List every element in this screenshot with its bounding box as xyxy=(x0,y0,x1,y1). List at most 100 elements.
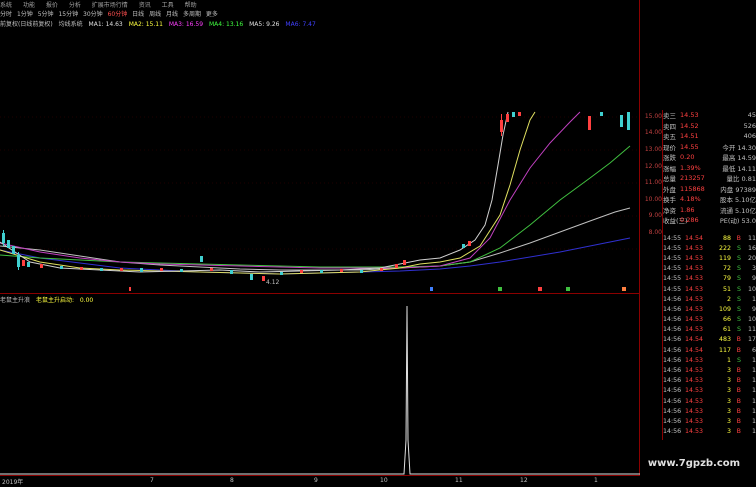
tick-s: B xyxy=(736,234,741,242)
tick-q: 3 xyxy=(726,407,731,415)
tick-s: S xyxy=(737,356,741,364)
tab-period[interactable]: 15分钟 xyxy=(58,11,78,18)
menu-item[interactable]: 报价 xyxy=(46,2,58,9)
menu-item[interactable]: 扩展市场行情 xyxy=(92,2,128,9)
date-label: 11 xyxy=(455,477,463,484)
quote-extra: 最低 14.11 xyxy=(722,164,756,173)
tick-p: 14.53 xyxy=(685,397,704,405)
tab-period[interactable]: 周线 xyxy=(149,11,161,18)
quote-label: 外盘 xyxy=(663,185,676,194)
tab-period[interactable]: 1分钟 xyxy=(17,11,33,18)
tick-q: 222 xyxy=(718,244,731,252)
tab-period[interactable]: 5分钟 xyxy=(38,11,54,18)
menu-item[interactable]: 系统 xyxy=(0,2,12,9)
axis-price: 13.00 xyxy=(644,146,662,153)
tick-row: 14:56 14.53 3 B 1 xyxy=(663,376,756,386)
tick-s: B xyxy=(736,377,741,385)
quote-extra: 股本 5.10亿 xyxy=(719,196,756,205)
tab-period[interactable]: 30分钟 xyxy=(83,11,103,18)
quote-label: 涨幅 xyxy=(663,164,676,173)
tick-t: 14:56 xyxy=(663,356,682,364)
kline-chart[interactable] xyxy=(0,0,756,487)
quote-row: 换手 4.18% 股本 5.10亿 xyxy=(663,194,756,205)
tick-row: 14:56 14.53 3 B 1 xyxy=(663,416,756,426)
tick-row: 14:56 14.53 1 S 1 xyxy=(663,355,756,365)
legend-ma3: MA3: 16.59 xyxy=(168,21,204,28)
tick-s: B xyxy=(736,346,741,354)
tick-n: 20 xyxy=(747,254,756,262)
quote-panel: 卖三 14.53 45 卖四 14.52 526 卖五 14.51 406 现价 14.55 今开 1… xyxy=(663,110,756,226)
tick-s: S xyxy=(737,244,741,252)
tab-period[interactable]: 日线 xyxy=(132,11,144,18)
watermark: www.7gpzb.com xyxy=(647,458,741,469)
tick-row: 14:56 14.54 117 B 6 xyxy=(663,345,756,355)
tick-p: 14.54 xyxy=(685,336,704,344)
axis-price: 14.00 xyxy=(644,129,662,136)
tick-s: S xyxy=(737,316,741,324)
tab-period[interactable]: 月线 xyxy=(166,11,178,18)
tick-list: 14:55 14.54 88 B 11 14:55 14.53 222 S 16 14:55 14.5… xyxy=(663,233,756,437)
tick-p: 14.53 xyxy=(685,285,704,293)
tick-n: 1 xyxy=(751,356,756,364)
tick-t: 14:55 xyxy=(663,234,682,242)
tick-s: B xyxy=(736,397,741,405)
tick-q: 483 xyxy=(718,336,731,344)
quote-row: 现价 14.55 今开 14.30 xyxy=(663,142,756,153)
quote-label: 净资 xyxy=(663,206,676,215)
menu-item[interactable]: 分析 xyxy=(69,2,81,9)
date-label: 1 xyxy=(594,477,598,484)
menu-item[interactable]: 功能 xyxy=(23,2,35,9)
tick-q: 88 xyxy=(722,234,731,242)
tick-q: 119 xyxy=(718,254,731,262)
tab-period[interactable]: 多周期 xyxy=(183,11,201,18)
tab-period[interactable]: 更多 xyxy=(206,11,218,18)
quote-value: 1.86 xyxy=(680,205,695,214)
tick-q: 3 xyxy=(726,428,731,436)
quote-row: 外盘 115868 内盘 97389 xyxy=(663,184,756,195)
tick-s: S xyxy=(737,254,741,262)
quote-row: 净资 1.86 流通 5.10亿 xyxy=(663,205,756,216)
quote-row: 涨跌 0.20 最高 14.59 xyxy=(663,152,756,163)
tick-q: 109 xyxy=(718,305,731,313)
tick-q: 3 xyxy=(726,377,731,385)
tick-row: 14:56 14.53 3 B 1 xyxy=(663,396,756,406)
quote-value: 115868 xyxy=(680,184,705,193)
quote-value: 0.286 xyxy=(680,216,699,225)
tick-n: 17 xyxy=(747,336,756,344)
tick-p: 14.53 xyxy=(685,295,704,303)
quote-extra: 45 xyxy=(747,111,756,120)
quote-row: 卖三 14.53 45 xyxy=(663,110,756,121)
menu-item[interactable]: 帮助 xyxy=(185,2,197,9)
quote-label: 卖三 xyxy=(663,112,676,121)
tick-p: 14.53 xyxy=(685,417,704,425)
tick-p: 14.53 xyxy=(685,265,704,273)
tick-p: 14.53 xyxy=(685,305,704,313)
axis-price: 9.00 xyxy=(648,212,662,219)
tick-n: 3 xyxy=(751,265,756,273)
quote-value: 0.20 xyxy=(680,153,695,162)
tick-n: 1 xyxy=(751,397,756,405)
ma1-line xyxy=(0,111,509,273)
tick-s: B xyxy=(736,336,741,344)
tick-p: 14.53 xyxy=(685,377,704,385)
tick-p: 14.54 xyxy=(685,346,704,354)
tick-p: 14.53 xyxy=(685,356,704,364)
axis-price: 15.00 xyxy=(644,113,662,120)
tick-t: 14:55 xyxy=(663,265,682,273)
quote-label: 涨跌 xyxy=(663,154,676,163)
quote-extra: 今开 14.30 xyxy=(722,143,756,152)
tick-s: S xyxy=(737,305,741,313)
quote-value: 1.39% xyxy=(680,163,701,172)
date-label: 2019年 xyxy=(2,479,24,486)
tick-t: 14:56 xyxy=(663,428,682,436)
tick-t: 14:55 xyxy=(663,244,682,252)
tick-p: 14.53 xyxy=(685,316,704,324)
quote-row: 收益(三) 0.286 PE(动) 53.0 xyxy=(663,215,756,226)
menu-item[interactable]: 资讯 xyxy=(139,2,151,9)
sub-indicator-label: 老鼠主升启动: xyxy=(35,297,74,304)
tab-period-active[interactable]: 60分钟 xyxy=(108,11,128,18)
date-label: 8 xyxy=(230,477,234,484)
tab-period[interactable]: 分时 xyxy=(0,11,12,18)
quote-value: 14.55 xyxy=(680,142,699,151)
menu-item[interactable]: 工具 xyxy=(162,2,174,9)
